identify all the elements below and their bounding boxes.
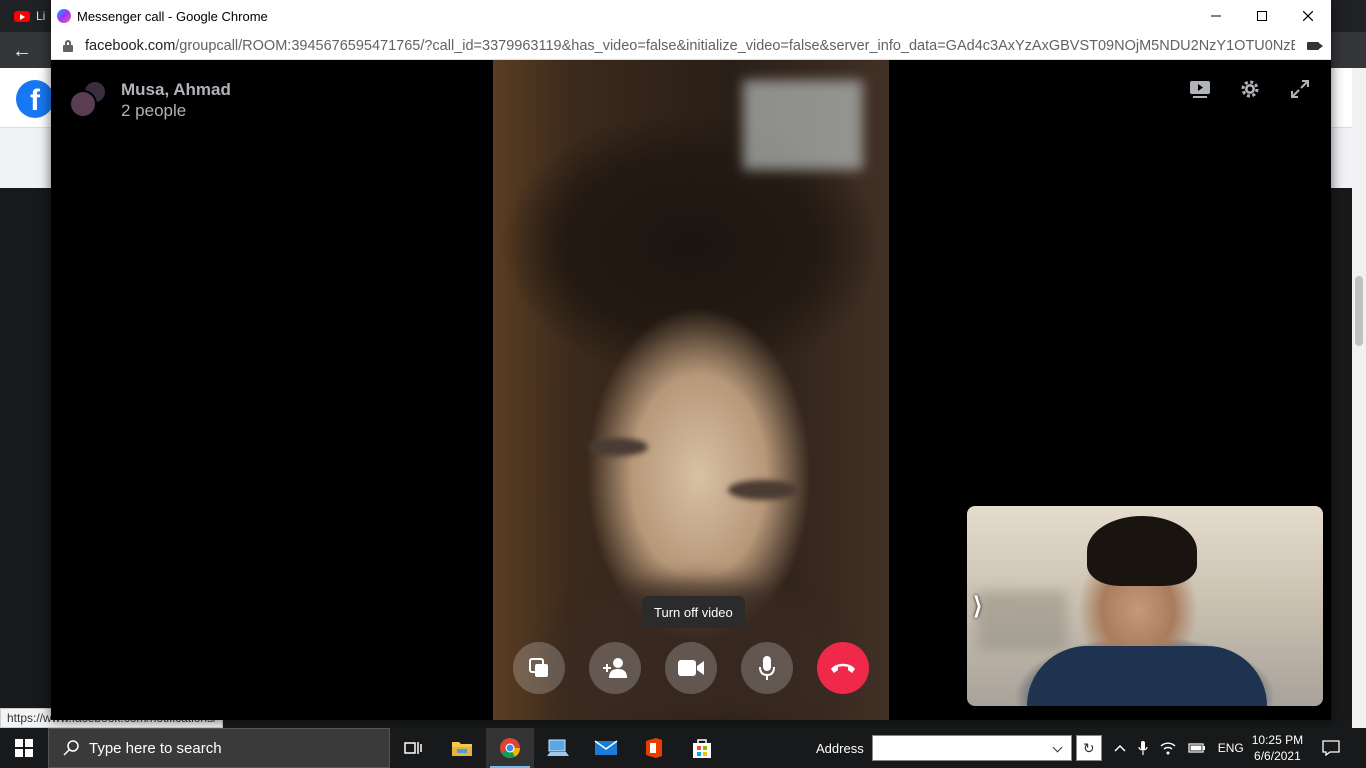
participants-names: Musa, Ahmad <box>121 80 231 99</box>
pc-app-button[interactable] <box>534 728 582 768</box>
fullscreen-icon <box>1291 80 1309 98</box>
youtube-icon <box>14 10 30 22</box>
close-button[interactable] <box>1285 0 1331 32</box>
end-call-button[interactable] <box>817 642 869 694</box>
maximize-icon <box>1257 11 1267 21</box>
background-tab[interactable]: Li <box>14 6 54 26</box>
search-icon <box>63 740 79 756</box>
battery-icon[interactable] <box>1188 743 1206 753</box>
store-button[interactable] <box>678 728 726 768</box>
scrollbar-thumb[interactable] <box>1355 276 1363 346</box>
mute-button[interactable] <box>741 642 793 694</box>
file-explorer-button[interactable] <box>438 728 486 768</box>
start-button[interactable] <box>0 728 48 768</box>
background-scrollbar[interactable] <box>1352 68 1366 728</box>
lock-icon[interactable] <box>63 39 73 52</box>
computer-icon <box>547 739 569 756</box>
group-avatar <box>69 80 107 118</box>
chrome-taskbar-button[interactable] <box>486 728 534 768</box>
mail-icon <box>594 740 618 755</box>
minimize-icon <box>1211 15 1221 17</box>
video-toggle-button[interactable] <box>665 642 717 694</box>
video-camera-icon <box>678 660 704 676</box>
tooltip: Turn off video <box>642 596 745 628</box>
office-icon <box>646 738 662 758</box>
notifications-icon <box>1322 740 1340 756</box>
maximize-button[interactable] <box>1239 0 1285 32</box>
phone-hangup-icon <box>831 663 855 673</box>
window-title: Messenger call - Google Chrome <box>77 8 268 24</box>
minimize-button[interactable] <box>1193 0 1239 32</box>
chevron-up-icon[interactable] <box>1114 744 1126 752</box>
call-top-actions <box>1189 78 1311 100</box>
close-icon <box>1303 11 1313 21</box>
language-indicator[interactable]: ENG <box>1218 741 1244 755</box>
microphone-icon <box>759 656 775 680</box>
messenger-icon <box>57 9 71 23</box>
windows-logo-icon <box>15 739 33 757</box>
picture-in-picture-icon <box>1190 81 1210 98</box>
store-bag-icon <box>693 739 711 758</box>
address-toolbar-label: Address <box>816 740 864 756</box>
popup-title-bar[interactable]: Messenger call - Google Chrome <box>51 0 1331 32</box>
wifi-icon[interactable] <box>1160 741 1176 755</box>
screen-share-icon <box>529 658 548 677</box>
add-people-button[interactable] <box>589 642 641 694</box>
system-tray: ENG <box>1114 740 1244 756</box>
task-view-icon <box>404 742 422 754</box>
collapse-self-view-icon[interactable]: ⟩ <box>973 592 982 621</box>
avatar <box>69 90 97 118</box>
url-text[interactable]: facebook.com/groupcall/ROOM:394567659547… <box>85 38 1295 54</box>
task-view-button[interactable] <box>390 728 438 768</box>
office-button[interactable] <box>630 728 678 768</box>
clock-date: 6/6/2021 <box>1254 749 1301 763</box>
self-video-preview[interactable]: ⟩ <box>967 506 1323 706</box>
mail-button[interactable] <box>582 728 630 768</box>
taskbar-clock[interactable]: 10:25 PM 6/6/2021 <box>1252 732 1303 764</box>
call-area: Musa, Ahmad 2 people ⟩ Turn off video <box>51 60 1331 720</box>
windows-taskbar: Type here to search Address ↻ ENG 10:25 … <box>0 728 1366 768</box>
picture-in-picture-button[interactable] <box>1189 78 1211 100</box>
microphone-tray-icon[interactable] <box>1138 740 1148 756</box>
caller-info: Musa, Ahmad 2 people <box>69 80 231 121</box>
participants-count: 2 people <box>121 101 187 120</box>
camera-in-use-icon[interactable] <box>1307 42 1323 50</box>
settings-button[interactable] <box>1239 78 1261 100</box>
share-screen-button[interactable] <box>513 642 565 694</box>
action-center-button[interactable] <box>1311 728 1351 768</box>
address-bar[interactable]: facebook.com/groupcall/ROOM:394567659547… <box>51 32 1331 60</box>
chrome-icon <box>500 738 521 759</box>
call-controls <box>513 642 869 694</box>
address-toolbar-input[interactable] <box>871 735 1072 761</box>
address-go-button[interactable]: ↻ <box>1075 735 1102 761</box>
back-arrow-icon[interactable]: ← <box>12 40 32 63</box>
add-person-icon <box>603 658 627 678</box>
folder-icon <box>452 742 472 756</box>
fullscreen-button[interactable] <box>1289 78 1311 100</box>
settings-gear-icon <box>1241 80 1259 98</box>
clock-time: 10:25 PM <box>1251 733 1304 747</box>
taskbar-search-box[interactable]: Type here to search <box>48 728 390 768</box>
facebook-logo-icon[interactable]: f <box>16 80 54 118</box>
messenger-call-window: Messenger call - Google Chrome facebook.… <box>51 0 1331 720</box>
search-placeholder: Type here to search <box>89 739 222 757</box>
background-tab-label: Li <box>36 9 46 23</box>
